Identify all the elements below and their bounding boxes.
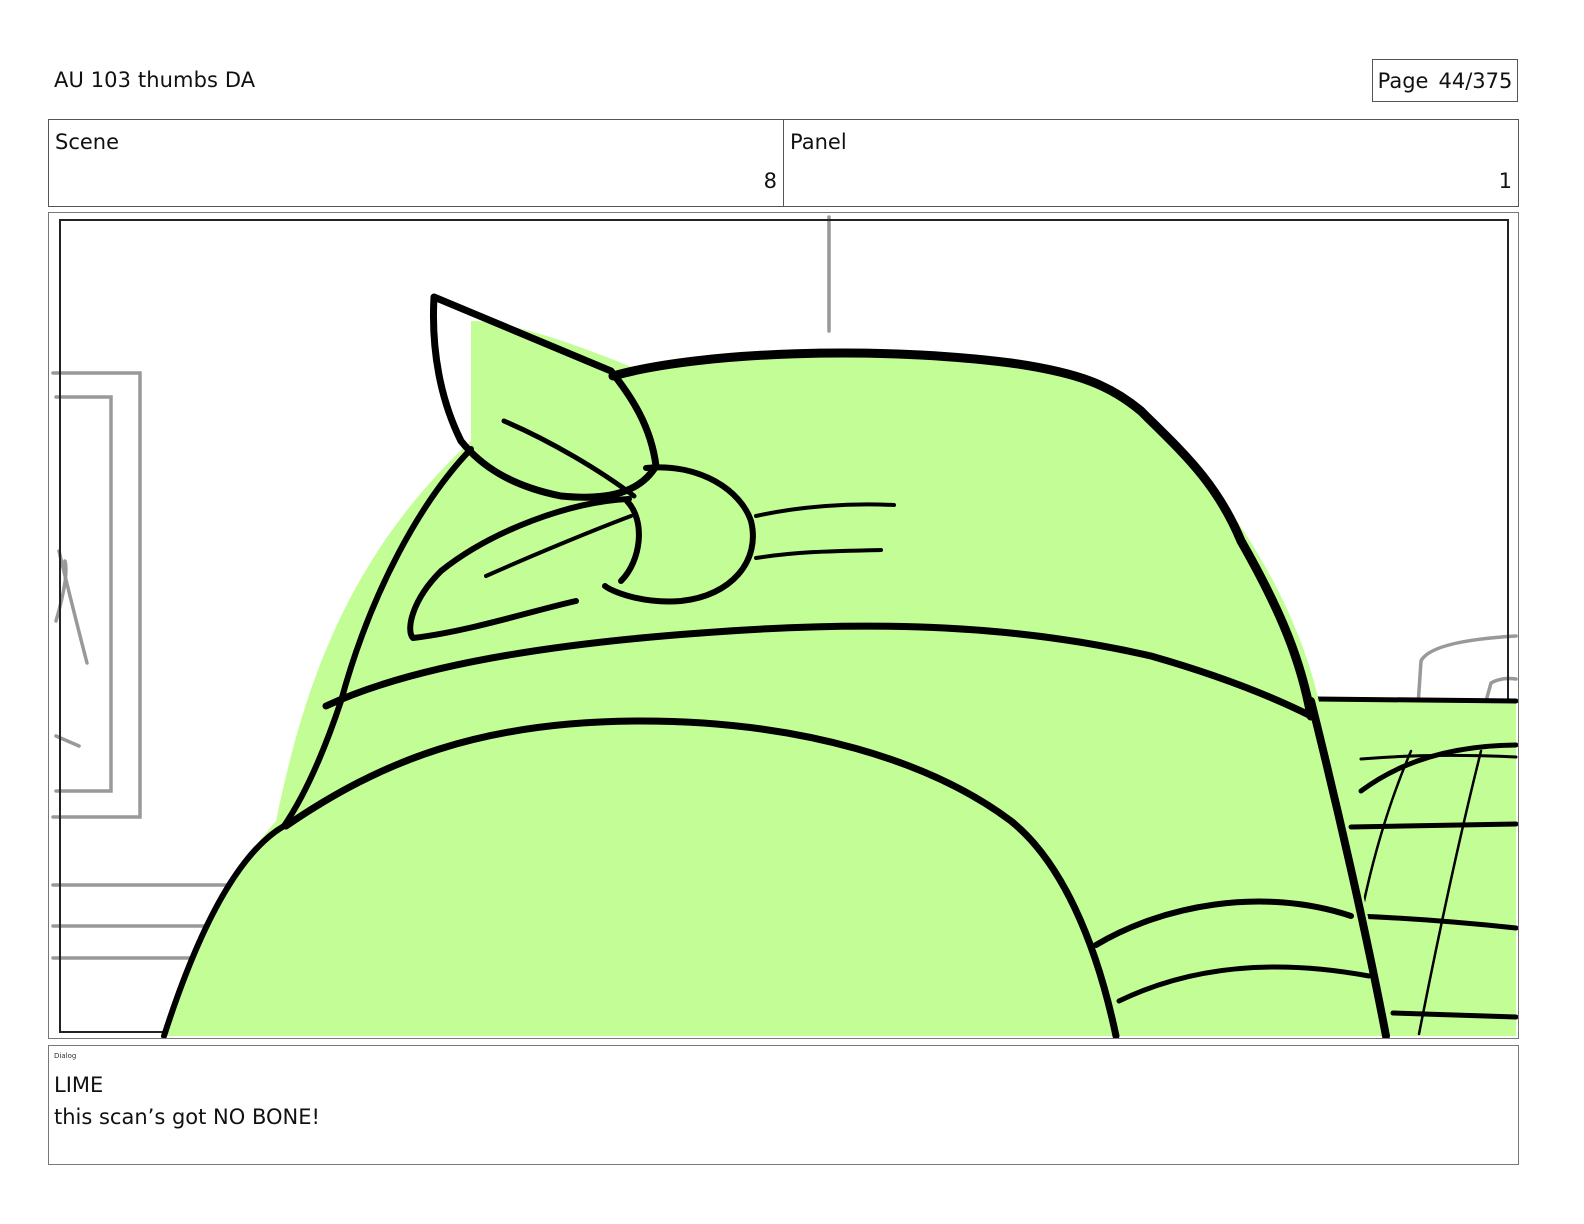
dialog-character: LIME [54, 1073, 104, 1097]
scene-value: 8 [763, 169, 777, 193]
panel-cell: Panel 1 [783, 120, 1518, 206]
page-indicator: Page 44/375 [1372, 59, 1518, 102]
panel-artwork [51, 215, 1518, 1038]
panel-value: 1 [1498, 169, 1512, 193]
dialog-label: Dialog [54, 1052, 77, 1060]
dialog-box: Dialog LIME this scan’s got NO BONE! [48, 1045, 1519, 1165]
page-label: Page [1377, 68, 1429, 93]
storyboard-panel [48, 212, 1519, 1039]
panel-label: Panel [790, 130, 847, 154]
dialog-line: this scan’s got NO BONE! [54, 1105, 320, 1129]
scene-label: Scene [55, 130, 120, 154]
scene-panel-info: Scene 8 Panel 1 [48, 119, 1519, 207]
page-number: 44/375 [1438, 68, 1513, 93]
document-title: AU 103 thumbs DA [54, 68, 256, 92]
scene-cell: Scene 8 [49, 120, 783, 206]
